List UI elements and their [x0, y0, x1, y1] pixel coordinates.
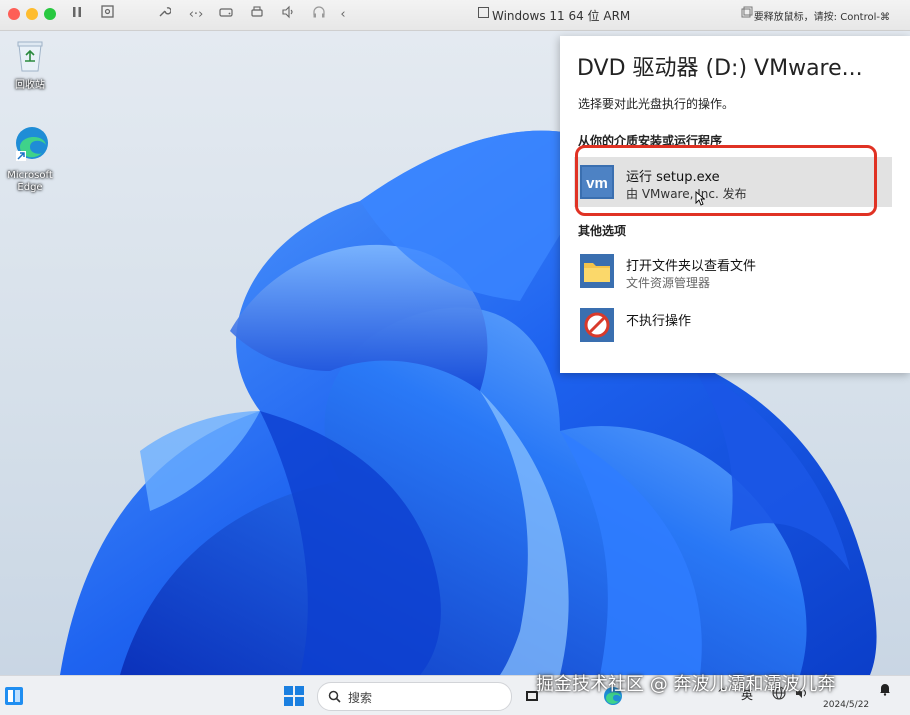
section-other-heading: 其他选项: [578, 224, 627, 238]
network-arrows-icon[interactable]: ‹·›: [186, 5, 206, 25]
settings-wrench-icon[interactable]: [154, 5, 174, 25]
no-action-option[interactable]: 不执行操作: [574, 300, 892, 350]
watermark-text: 掘金技术社区 @ 奔波儿灞和灞波儿奔: [536, 674, 836, 695]
desktop-icon-recycle-bin[interactable]: 回收站: [0, 39, 60, 92]
close-window-button[interactable]: [8, 8, 20, 20]
highlight-annotation-box: [575, 145, 877, 216]
window-title: Windows 11 64 位 ARM: [492, 9, 631, 23]
search-placeholder: 搜索: [348, 691, 373, 705]
open-folder-option[interactable]: 打开文件夹以查看文件 文件资源管理器: [574, 246, 892, 296]
zoom-window-button[interactable]: [44, 8, 56, 20]
folder-icon: [580, 254, 614, 288]
recycle-bin-icon: [17, 41, 43, 72]
edge-icon: [16, 127, 48, 161]
open-folder-secondary: 文件资源管理器: [626, 276, 711, 290]
disk-icon[interactable]: [216, 5, 236, 25]
minimize-window-button[interactable]: [26, 8, 38, 20]
desktop-icon-label: Microsoft Edge: [7, 170, 53, 193]
vm-window-icon: [476, 5, 490, 25]
pause-icon[interactable]: [67, 5, 87, 25]
panel-title: DVD 驱动器 (D:) VMware...: [577, 56, 863, 81]
widgets-icon[interactable]: [4, 686, 24, 706]
no-action-label: 不执行操作: [626, 314, 692, 329]
taskbar-search-box[interactable]: 搜索: [317, 682, 512, 711]
notification-bell-icon[interactable]: [878, 682, 892, 696]
sound-icon[interactable]: [278, 5, 298, 25]
taskbar-date[interactable]: 2024/5/22: [823, 700, 869, 710]
headphones-icon[interactable]: [309, 5, 329, 25]
search-icon: [328, 690, 341, 703]
open-folder-label: 打开文件夹以查看文件: [626, 259, 757, 274]
vm-titlebar: ‹·› ‹ Windows 11 64 位 ARM 要释放鼠标，请按: Cont…: [0, 0, 910, 31]
panel-subtitle: 选择要对此光盘执行的操作。: [578, 97, 735, 111]
back-chevron-icon[interactable]: ‹: [333, 5, 353, 25]
snapshot-icon[interactable]: [97, 5, 117, 25]
start-windows-icon[interactable]: [283, 685, 305, 707]
printer-icon[interactable]: [247, 5, 267, 25]
desktop-icon-edge[interactable]: Microsoft Edge: [0, 123, 60, 194]
no-action-icon: [580, 308, 614, 342]
desktop-icon-label: 回收站: [15, 80, 45, 91]
mouse-release-hint: 要释放鼠标，请按: Control-⌘: [753, 12, 890, 23]
